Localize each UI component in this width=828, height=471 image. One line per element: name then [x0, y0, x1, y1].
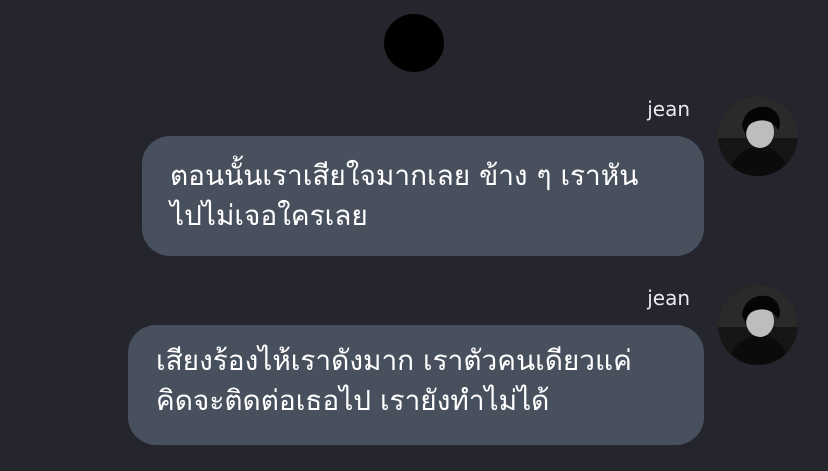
- avatar[interactable]: [718, 96, 798, 176]
- black-circle-icon: [384, 14, 444, 72]
- message-bubble[interactable]: เสียงร้องไห้เราดังมาก เราตัวคนเดียวแค่ ค…: [128, 325, 704, 445]
- profile-photo-icon: [718, 96, 798, 176]
- message-bubble[interactable]: ตอนนั้นเราเสียใจมากเลย ข้าง ๆ เราหัน ไปไ…: [142, 136, 704, 256]
- sender-name: jean: [647, 286, 690, 310]
- profile-photo-icon: [718, 285, 798, 365]
- sender-name: jean: [647, 97, 690, 121]
- avatar[interactable]: [718, 285, 798, 365]
